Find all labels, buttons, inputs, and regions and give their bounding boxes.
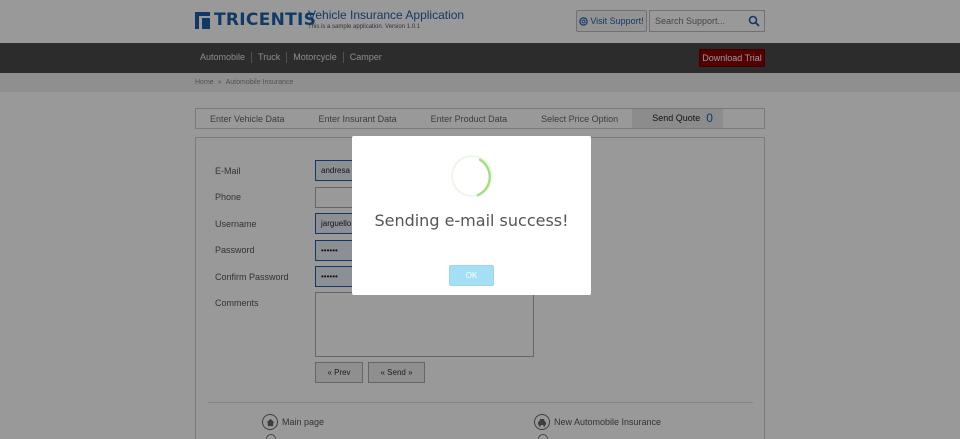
ok-button[interactable]: OK [449,265,494,286]
success-dialog: Sending e-mail success! OK [352,136,591,295]
loading-spinner-icon [451,155,493,197]
dialog-title: Sending e-mail success! [374,211,569,230]
